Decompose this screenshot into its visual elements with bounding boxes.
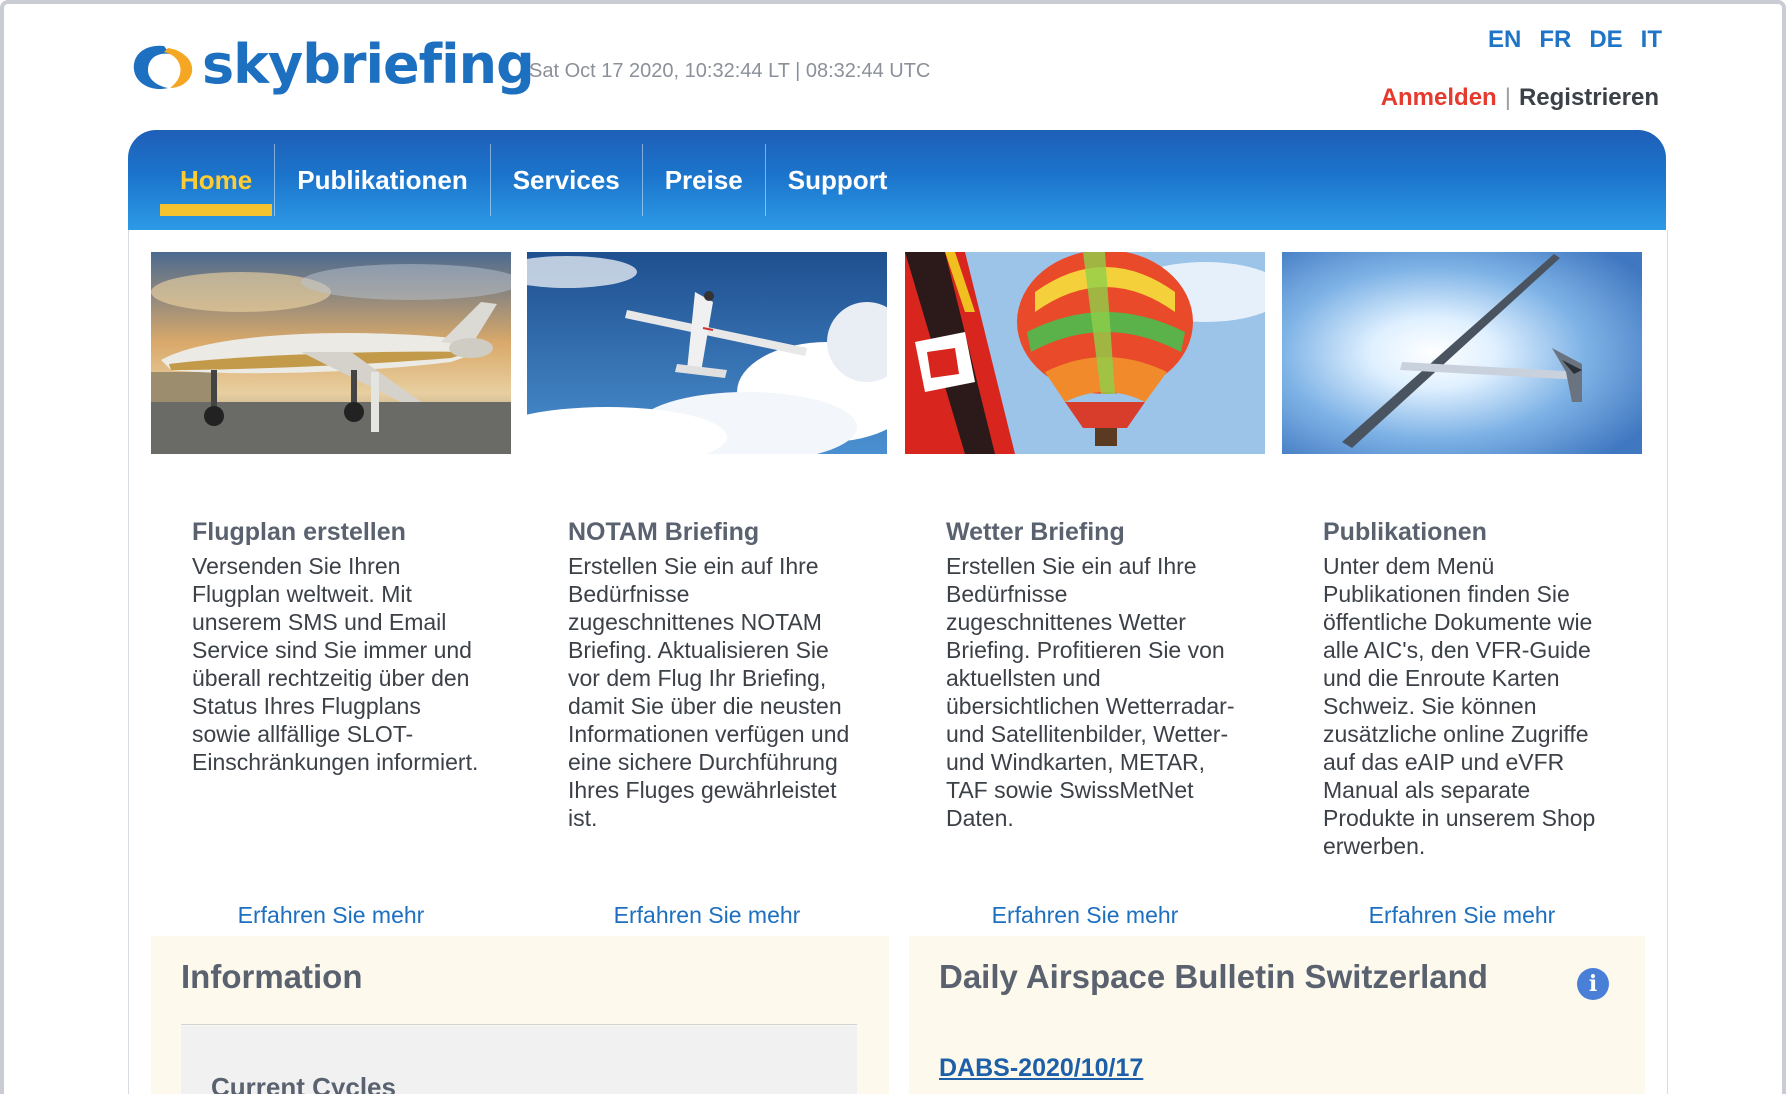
dabs-document-link[interactable]: DABS-2020/10/17 bbox=[939, 1054, 1143, 1083]
info-icon[interactable]: i bbox=[1577, 968, 1609, 1000]
nav-services[interactable]: Services bbox=[489, 144, 642, 216]
card-title: Wetter Briefing bbox=[946, 518, 1125, 546]
learn-more-link[interactable]: Erfahren Sie mehr bbox=[527, 902, 887, 929]
learn-more-link[interactable]: Erfahren Sie mehr bbox=[905, 902, 1265, 929]
information-panel: Information Current Cycles bbox=[151, 936, 889, 1094]
nav-support[interactable]: Support bbox=[764, 144, 910, 216]
dabs-title: Daily Airspace Bulletin Switzerland bbox=[939, 958, 1488, 995]
auth-links: Anmelden | Registrieren bbox=[1381, 84, 1659, 112]
browser-window: skybriefing Sat Oct 17 2020, 10:32:44 LT… bbox=[0, 0, 1786, 1094]
nav-preise[interactable]: Preise bbox=[641, 144, 765, 216]
card-title: Publikationen bbox=[1323, 518, 1487, 546]
lang-en[interactable]: EN bbox=[1488, 26, 1521, 54]
card-description: Erstellen Sie ein auf Ihre Bedürfnisse z… bbox=[946, 553, 1235, 831]
lang-fr[interactable]: FR bbox=[1539, 26, 1571, 54]
card-description: Unter dem Menü Publikationen finden Sie … bbox=[1323, 553, 1596, 859]
lang-de[interactable]: DE bbox=[1589, 26, 1622, 54]
information-divider bbox=[181, 1024, 857, 1025]
lang-it[interactable]: IT bbox=[1641, 26, 1662, 54]
register-link[interactable]: Registrieren bbox=[1519, 84, 1659, 112]
small-plane-sky-photo[interactable] bbox=[527, 252, 887, 454]
current-datetime: Sat Oct 17 2020, 10:32:44 LT | 08:32:44 … bbox=[529, 60, 931, 82]
current-cycles-title: Current Cycles bbox=[211, 1072, 396, 1094]
card-description: Versenden Sie Ihren Flugplan weltweit. M… bbox=[192, 553, 479, 775]
skybriefing-logo[interactable]: skybriefing bbox=[128, 33, 535, 104]
card-title: NOTAM Briefing bbox=[568, 518, 760, 546]
information-title: Information bbox=[181, 958, 363, 995]
logo-swirl-icon bbox=[133, 45, 193, 90]
nav-home[interactable]: Home bbox=[158, 144, 274, 216]
logo-text: skybriefing bbox=[202, 33, 535, 96]
learn-more-link[interactable]: Erfahren Sie mehr bbox=[1282, 902, 1642, 929]
business-jet-photo[interactable] bbox=[151, 252, 511, 454]
card-description: Erstellen Sie ein auf Ihre Bedürfnisse z… bbox=[568, 553, 850, 831]
glider-photo[interactable] bbox=[1282, 252, 1642, 454]
login-link[interactable]: Anmelden bbox=[1381, 84, 1497, 112]
current-cycles-box: Current Cycles bbox=[181, 1026, 857, 1094]
learn-more-link[interactable]: Erfahren Sie mehr bbox=[151, 902, 511, 929]
card-title: Flugplan erstellen bbox=[192, 518, 406, 546]
nav-items: Home Publikationen Services Preise Suppo… bbox=[158, 144, 909, 216]
hot-air-balloon-photo[interactable] bbox=[905, 252, 1265, 454]
auth-separator: | bbox=[1504, 84, 1511, 111]
main-navbar: Home Publikationen Services Preise Suppo… bbox=[128, 130, 1666, 230]
language-switcher: EN FR DE IT bbox=[1488, 26, 1662, 54]
dabs-panel: Daily Airspace Bulletin Switzerland i DA… bbox=[909, 936, 1645, 1094]
main-content: Flugplan erstellen Versenden Sie Ihren F… bbox=[128, 230, 1668, 1094]
nav-publikationen[interactable]: Publikationen bbox=[274, 144, 489, 216]
